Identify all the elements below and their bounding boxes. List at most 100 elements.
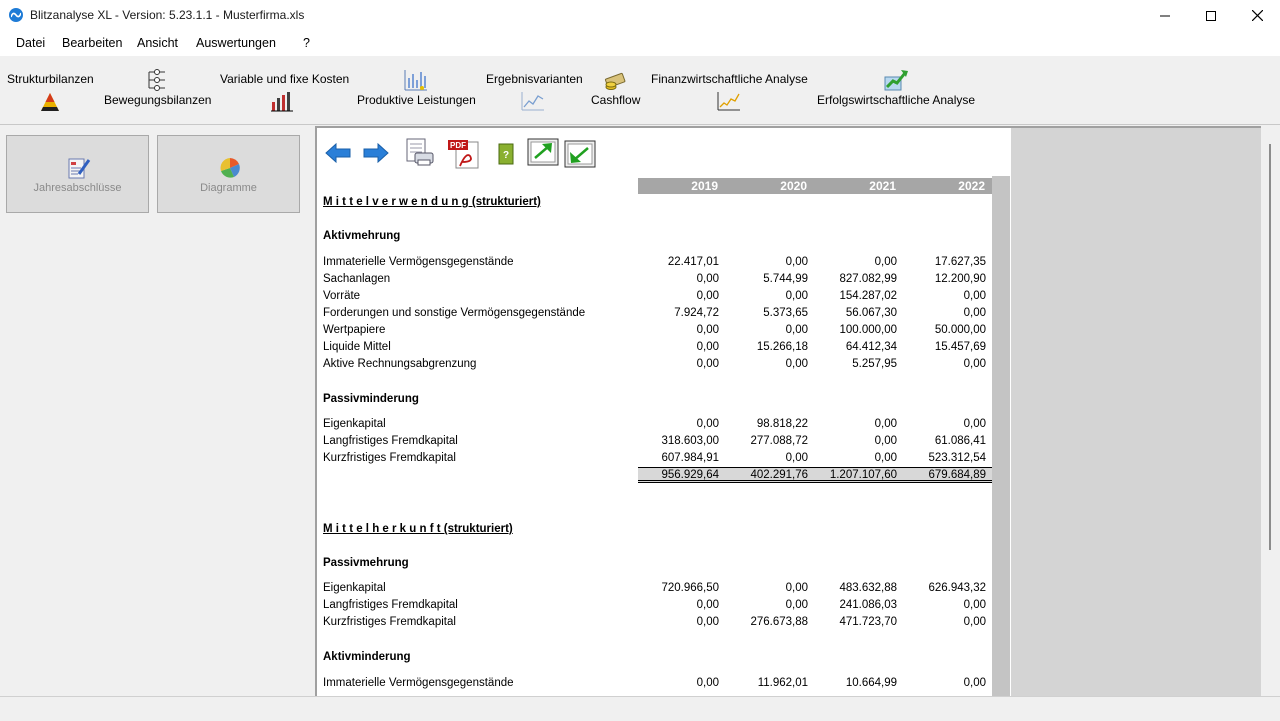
document-scroll-track[interactable] [992,176,1010,696]
arrow-left-icon[interactable] [325,142,351,164]
row-value-2020: 276.673,88 [750,616,808,628]
arrow-right-icon[interactable] [363,142,389,164]
maximize-icon [1206,10,1216,21]
row-label: Aktive Rechnungsabgrenzung [323,358,477,370]
table-row: Kurzfristiges Fremdkapital 0,00 276.673,88… [317,616,997,633]
diagramme-button[interactable]: Diagramme [157,135,300,213]
year-2022: 2022 [958,179,985,193]
table-row: Immaterielle Vermögensgegenstände 22.417,… [317,256,997,273]
table-row: Wertpapiere 0,00 0,00 100.000,00 50.000,00 [317,324,997,341]
pdf-icon[interactable]: PDF [448,138,482,170]
mittelherkunft-title: M i t t e l h e r k u n f t (strukturier… [323,523,513,535]
row-value-2022: 17.627,35 [934,256,986,268]
finanzwirtschaftliche-analyse-button[interactable]: Finanzwirtschaftliche Analyse [651,72,808,86]
row-value-2022: 0,00 [963,599,986,611]
menu-datei[interactable]: Datei [16,36,45,50]
row-value-2022: 0,00 [963,418,986,430]
row-label: Eigenkapital [323,418,386,430]
print-icon[interactable] [403,137,435,167]
total-2022: 679.684,89 [928,469,986,481]
scatter-chart-icon[interactable] [403,68,429,92]
menu-auswertungen[interactable]: Auswertungen [196,36,276,50]
erfolgswirtschaftliche-analyse-button[interactable]: Erfolgswirtschaftliche Analyse [817,93,975,107]
row-value-2021: 0,00 [874,435,897,447]
maximize-button[interactable] [1188,0,1234,31]
cashflow-button[interactable]: Cashflow [591,93,640,107]
row-value-2020: 0,00 [785,358,808,370]
table-row: Sachanlagen 0,00 5.744,99 827.082,99 12.200,… [317,273,997,290]
growth-arrow-icon[interactable] [883,67,909,93]
row-value-2021: 10.664,99 [845,677,897,689]
row-value-2019: 22.417,01 [667,256,719,268]
mittelverwendung-title: M i t t e l v e r w e n d u n g (struktu… [323,196,541,208]
row-value-2022: 0,00 [963,290,986,302]
menu-help[interactable]: ? [303,36,310,50]
row-value-2019: 0,00 [696,616,719,628]
menu-bearbeiten[interactable]: Bearbeiten [62,36,122,50]
row-value-2020: 5.373,65 [763,307,808,319]
document-edit-icon [68,158,91,179]
row-value-2020: 0,00 [785,324,808,336]
jahresabschluesse-button[interactable]: Jahresabschlüsse [6,135,149,213]
row-value-2019: 0,00 [696,418,719,430]
vertical-scrollbar[interactable] [1261,126,1280,696]
excel-icon[interactable]: ? [497,142,515,166]
row-value-2021: 100.000,00 [839,324,897,336]
table-row: Forderungen und sonstige Vermögensgegens… [317,307,997,324]
money-icon[interactable] [603,68,629,92]
navigation-pane: Jahresabschlüsse Diagramme [0,125,313,696]
pyramid-icon[interactable] [40,92,60,112]
variable-kosten-button[interactable]: Variable und fixe Kosten [220,72,349,86]
row-label: Langfristiges Fremdkapital [323,435,458,447]
bar-chart-icon[interactable] [271,90,295,112]
passivminderung-title: Passivminderung [323,393,419,405]
row-value-2019: 318.603,00 [661,435,719,447]
row-value-2022: 50.000,00 [934,324,986,336]
year-2019: 2019 [691,179,718,193]
table-row: Eigenkapital 0,00 98.818,22 0,00 0,00 [317,418,997,435]
report-document: PDF ? 2019 2020 2021 2022 M i t t e l v … [315,126,1011,696]
row-value-2021: 471.723,70 [839,616,897,628]
minimize-button[interactable] [1142,0,1188,31]
trend-chart-icon[interactable] [716,90,742,112]
row-value-2020: 0,00 [785,452,808,464]
row-value-2021: 5.257,95 [852,358,897,370]
close-icon [1251,10,1263,21]
row-value-2021: 56.067,30 [845,307,897,319]
row-value-2021: 154.287,02 [839,290,897,302]
row-value-2019: 0,00 [696,358,719,370]
row-label: Liquide Mittel [323,341,391,353]
window-title: Blitzanalyse XL - Version: 5.23.1.1 - Mu… [30,8,305,22]
diagramme-label: Diagramme [200,182,257,194]
row-value-2022: 0,00 [963,307,986,319]
produktive-leistungen-button[interactable]: Produktive Leistungen [357,93,476,107]
hierarchy-icon[interactable] [145,69,169,91]
row-value-2020: 5.744,99 [763,273,808,285]
year-2021: 2021 [869,179,896,193]
import-icon[interactable] [564,140,596,168]
row-label: Kurzfristiges Fremdkapital [323,452,456,464]
row-value-2019: 0,00 [696,290,719,302]
aktivminderung-title: Aktivminderung [323,651,411,663]
row-value-2020: 0,00 [785,599,808,611]
svg-text:?: ? [503,150,509,161]
scrollbar-thumb[interactable] [1269,144,1271,550]
ergebnisvarianten-button[interactable]: Ergebnisvarianten [486,72,583,86]
total-2019: 956.929,64 [661,469,719,481]
row-value-2022: 0,00 [963,677,986,689]
strukturbilanzen-button[interactable]: Strukturbilanzen [7,72,94,86]
row-value-2020: 0,00 [785,256,808,268]
bewegungsbilanzen-button[interactable]: Bewegungsbilanzen [104,93,211,107]
total-2020: 402.291,76 [750,469,808,481]
menu-ansicht[interactable]: Ansicht [137,36,178,50]
row-label: Sachanlagen [323,273,391,285]
row-value-2021: 0,00 [874,256,897,268]
table-row: Eigenkapital 720.966,50 0,00 483.632,88 626.… [317,582,997,599]
close-button[interactable] [1234,0,1280,31]
row-label: Forderungen und sonstige Vermögensgegens… [323,307,586,319]
export-icon[interactable] [527,138,559,166]
row-label: Vorräte [323,290,361,302]
year-header: 2019 2020 2021 2022 [638,178,994,194]
row-value-2019: 0,00 [696,677,719,689]
line-chart-icon[interactable] [520,90,546,112]
